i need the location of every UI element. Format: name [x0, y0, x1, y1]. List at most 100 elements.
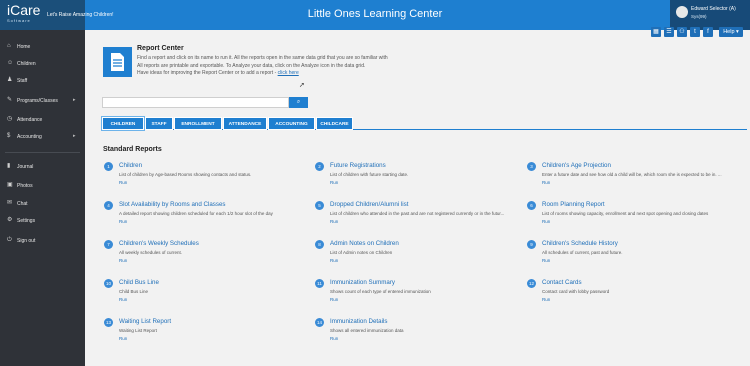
- report-item: 1 Children List of children by Age-based R…: [104, 162, 304, 192]
- sidebar-item-photos[interactable]: ▣ Photos: [0, 179, 85, 193]
- report-tabs: CHILDREN STAFF ENROLLMENT ATTENDANCE ACCOUNT…: [101, 116, 747, 131]
- tab-attendance[interactable]: ATTENDANCE: [223, 117, 267, 130]
- sidebar-item-settings[interactable]: ⚙ Settings: [0, 214, 85, 228]
- tab-childcare[interactable]: CHILDCARE: [316, 117, 353, 130]
- report-name-link[interactable]: Contact Cards: [542, 279, 582, 286]
- report-name-link[interactable]: Immunization Summary: [330, 279, 395, 286]
- sidebar-item-label: Photos: [17, 183, 33, 189]
- sidebar-item-label: Attendance: [17, 117, 43, 123]
- report-description: List of children by Age-based Rooms show…: [119, 172, 252, 177]
- rc-line-2: All reports are printable and exportable…: [137, 62, 366, 69]
- run-report-link[interactable]: Run: [330, 219, 338, 224]
- report-number-badge: 1: [104, 162, 113, 171]
- sidebar-item-staff[interactable]: ♟ Staff: [0, 74, 85, 88]
- run-report-link[interactable]: Run: [330, 258, 338, 263]
- tab-children[interactable]: CHILDREN: [101, 116, 145, 131]
- sidebar-item-label: Children: [17, 61, 36, 67]
- report-item: 9 Children's Schedule History All schedule…: [527, 240, 727, 270]
- report-number-badge: 12: [527, 279, 536, 288]
- report-name-link[interactable]: Slot Availability by Rooms and Classes: [119, 201, 226, 208]
- run-report-link[interactable]: Run: [542, 258, 550, 263]
- settings-icon: ⚙: [7, 217, 13, 223]
- report-number-badge: 5: [315, 201, 324, 210]
- search-input[interactable]: [102, 97, 289, 108]
- report-description: Shows count of each type of entered immu…: [330, 289, 431, 294]
- run-report-link[interactable]: Run: [330, 297, 338, 302]
- run-report-link[interactable]: Run: [542, 180, 550, 185]
- report-item: 6 Room Planning Report List of rooms showi…: [527, 201, 727, 231]
- report-document-icon: [103, 47, 132, 77]
- sidebar-item-label: Programs/Classes: [17, 98, 58, 104]
- run-report-link[interactable]: Run: [119, 219, 127, 224]
- report-number-badge: 7: [104, 240, 113, 249]
- rc-line-3: Have ideas for improving the Report Cent…: [137, 70, 437, 78]
- run-report-link[interactable]: Run: [542, 297, 550, 302]
- report-number-badge: 14: [315, 318, 324, 327]
- run-report-link[interactable]: Run: [542, 219, 550, 224]
- report-number-badge: 11: [315, 279, 324, 288]
- report-description: A detailed report showing children sched…: [119, 211, 273, 216]
- avatar[interactable]: [676, 6, 688, 18]
- report-description: All weekly schedules of current.: [119, 250, 183, 255]
- sidebar-item-accounting[interactable]: $ Accounting ▸: [0, 130, 85, 144]
- report-name-link[interactable]: Children: [119, 162, 142, 169]
- report-number-badge: 8: [315, 240, 324, 249]
- mouse-cursor-icon: ➚: [299, 82, 305, 89]
- user-name: Edward Selector (A): [691, 6, 736, 12]
- report-description: Contact card with lobby password: [542, 289, 610, 294]
- sidebar-item-label: Staff: [17, 78, 28, 84]
- report-item: 13 Waiting List Report Waiting List Report…: [104, 318, 304, 348]
- report-item: 10 Child Bus Line Child Bus Line Run: [104, 279, 304, 309]
- tab-enrollment[interactable]: ENROLLMENT: [174, 117, 222, 130]
- report-name-link[interactable]: Admin Notes on Children: [330, 240, 399, 247]
- report-item: 8 Admin Notes on Children List of Admin no…: [315, 240, 515, 270]
- click-here-link[interactable]: click here: [278, 70, 299, 76]
- twitter-icon[interactable]: t: [690, 27, 700, 37]
- run-report-link[interactable]: Run: [330, 336, 338, 341]
- report-number-badge: 6: [527, 201, 536, 210]
- people-icon[interactable]: ⚇: [677, 27, 687, 37]
- run-report-link[interactable]: Run: [330, 180, 338, 185]
- report-name-link[interactable]: Future Registrations: [330, 162, 386, 169]
- grid-icon[interactable]: ▦: [651, 27, 661, 37]
- sidebar-item-label: Home: [17, 44, 31, 50]
- rc-line-3-text: Have ideas for improving the Report Cent…: [137, 70, 278, 76]
- tab-accounting[interactable]: ACCOUNTING: [268, 117, 315, 130]
- run-report-link[interactable]: Run: [119, 336, 127, 341]
- report-name-link[interactable]: Waiting List Report: [119, 318, 171, 325]
- report-name-link[interactable]: Immunization Details: [330, 318, 387, 325]
- report-description: Child Bus Line: [119, 289, 149, 294]
- sidebar-item-chat[interactable]: ✉ Chat: [0, 197, 85, 211]
- sidebar-item-label: Chat: [17, 201, 28, 207]
- sidebar-item-journal[interactable]: ▮ Journal: [0, 160, 85, 174]
- report-name-link[interactable]: Children's Schedule History: [542, 240, 618, 247]
- help-button[interactable]: Help ▾: [719, 27, 743, 37]
- report-description: Enter a future date and see how old a ch…: [542, 172, 722, 177]
- report-description: List of rooms showing capacity, enrollme…: [542, 211, 709, 216]
- dollar-icon: $: [7, 133, 11, 139]
- home-icon: ⌂: [7, 43, 11, 49]
- run-report-link[interactable]: Run: [119, 180, 127, 185]
- tab-staff[interactable]: STAFF: [145, 117, 173, 130]
- report-name-link[interactable]: Child Bus Line: [119, 279, 159, 286]
- report-item: 7 Children's Weekly Schedules All weekly s…: [104, 240, 304, 270]
- sidebar-item-label: Sign out: [17, 238, 36, 244]
- user-menu[interactable]: Edward Selector (A) Sys(99): [670, 0, 750, 30]
- report-name-link[interactable]: Children's Age Projection: [542, 162, 611, 169]
- sidebar-item-programs-classes[interactable]: ✎ Programs/Classes ▸: [0, 94, 85, 108]
- report-item: 12 Contact Cards Contact card with lobby p…: [527, 279, 727, 309]
- report-item: 14 Immunization Details Shows all entered …: [315, 318, 515, 348]
- report-name-link[interactable]: Children's Weekly Schedules: [119, 240, 199, 247]
- sidebar-item-sign-out[interactable]: ⏻ Sign out: [0, 234, 85, 248]
- report-item: 3 Children's Age Projection Enter a future…: [527, 162, 727, 192]
- report-name-link[interactable]: Room Planning Report: [542, 201, 605, 208]
- search-button[interactable]: ⌕: [289, 97, 308, 108]
- report-name-link[interactable]: Dropped Children/Alumni list: [330, 201, 408, 208]
- facebook-icon[interactable]: f: [703, 27, 713, 37]
- list-icon[interactable]: ☰: [664, 27, 674, 37]
- sidebar-item-children[interactable]: ☺ Children: [0, 57, 85, 71]
- run-report-link[interactable]: Run: [119, 258, 127, 263]
- sidebar-item-home[interactable]: ⌂ Home: [0, 40, 85, 54]
- run-report-link[interactable]: Run: [119, 297, 127, 302]
- sidebar-item-attendance[interactable]: ◷ Attendance: [0, 113, 85, 127]
